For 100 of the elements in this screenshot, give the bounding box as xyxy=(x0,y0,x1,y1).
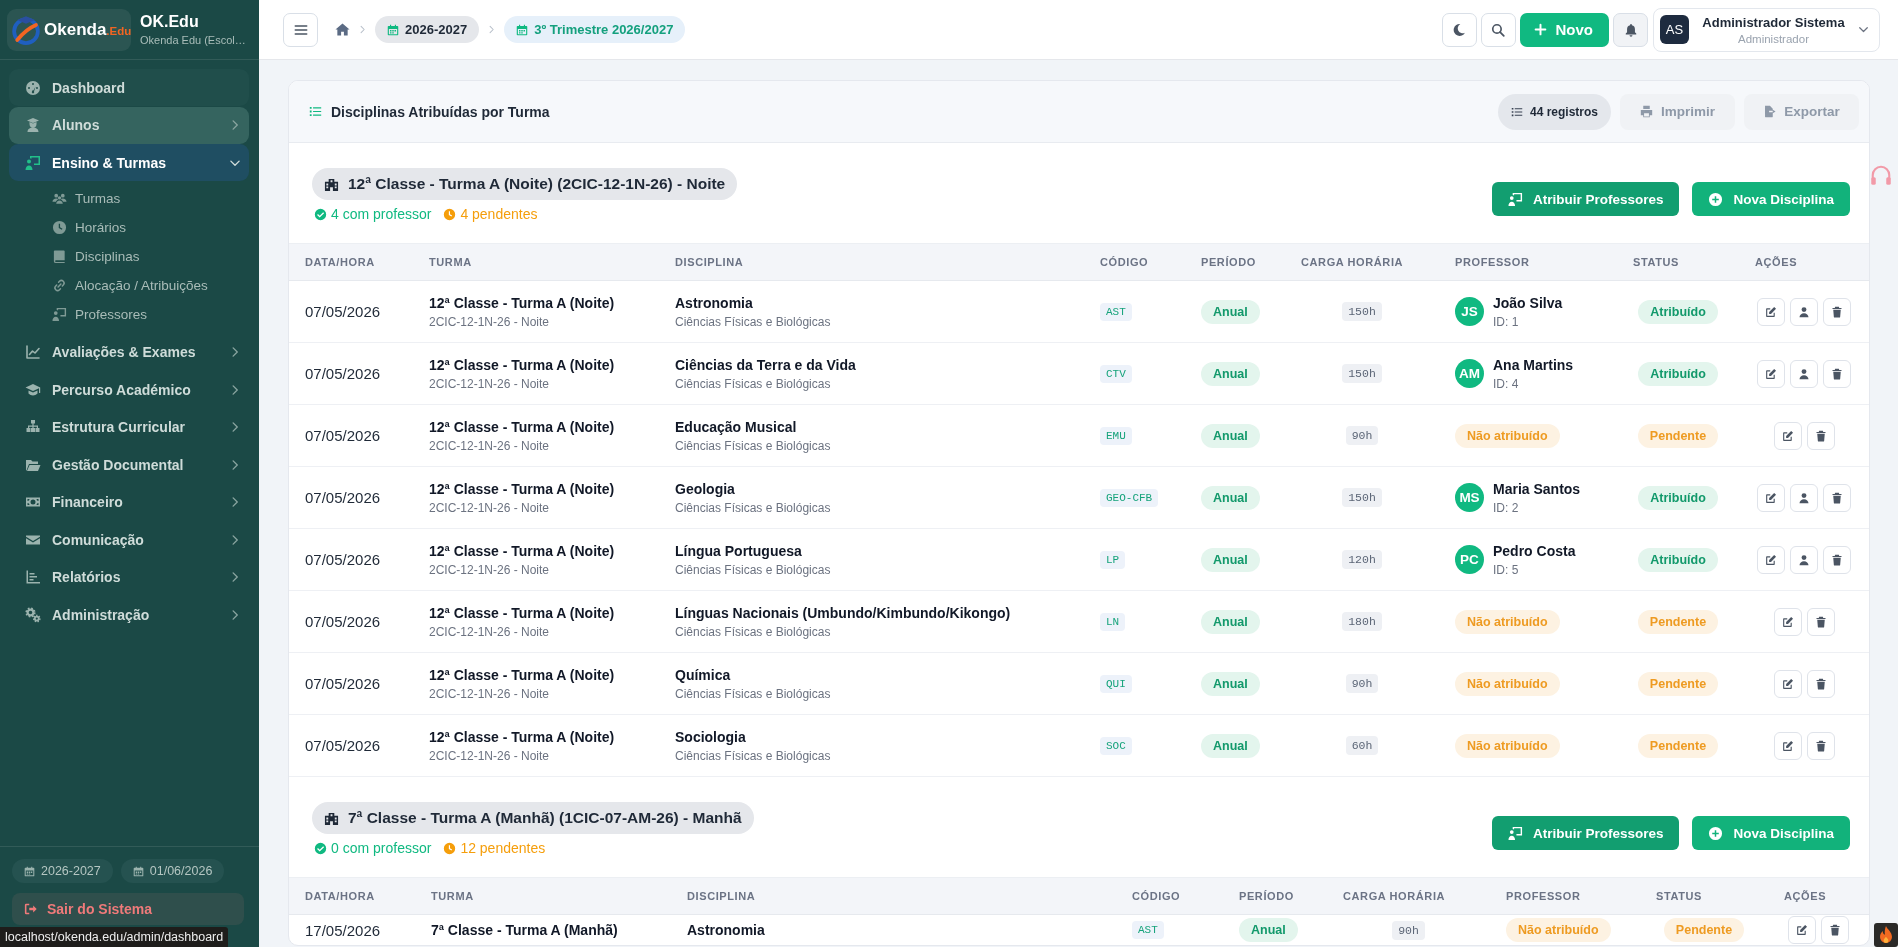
flame-icon[interactable] xyxy=(1874,923,1898,947)
assign-teachers-button[interactable]: Atribuir Professores xyxy=(1491,816,1680,850)
class-code: 2CIC-12-1N-26 - Noite xyxy=(429,438,550,453)
period-tag: Anual xyxy=(1201,299,1260,324)
teacher-name: Ana Martins xyxy=(1493,356,1574,373)
clock-icon xyxy=(443,841,457,855)
status-tag: Atribuído xyxy=(1638,547,1718,572)
submenu-item[interactable]: Turmas xyxy=(9,183,121,213)
edit-button[interactable] xyxy=(1757,359,1785,388)
chalkboard-user-icon xyxy=(52,306,67,322)
graduation-cap-icon xyxy=(25,381,41,398)
new-subject-button[interactable]: Nova Disciplina xyxy=(1692,182,1850,216)
column-header: AÇÕES xyxy=(1784,890,1827,902)
assign-teacher-button[interactable] xyxy=(1790,297,1818,326)
teacher-avatar: PC xyxy=(1455,545,1484,574)
submenu-item[interactable]: Alocação / Atribuições xyxy=(9,270,208,300)
edit-button[interactable] xyxy=(1773,669,1802,698)
teacher-avatar: AM xyxy=(1455,359,1484,388)
subject-code: AST xyxy=(1132,921,1164,939)
user-icon xyxy=(1798,367,1810,380)
search-button[interactable] xyxy=(1480,12,1516,47)
assign-teacher-button[interactable] xyxy=(1790,483,1818,512)
subject-area: Ciências Físicas e Biológicas xyxy=(675,314,831,329)
submenu-item[interactable]: Disciplinas xyxy=(9,241,140,271)
menu-item[interactable]: Avaliações & Exames xyxy=(9,333,249,371)
edit-button[interactable] xyxy=(1788,916,1816,944)
delete-button[interactable] xyxy=(1823,297,1851,326)
edit-button[interactable] xyxy=(1773,607,1802,636)
unassigned-tag: Não atribuído xyxy=(1455,671,1560,696)
subject-area: Ciências Físicas e Biológicas xyxy=(675,376,831,391)
theme-toggle-button[interactable] xyxy=(1441,12,1477,47)
record-count-label: 44 registros xyxy=(1529,104,1598,119)
menu-item[interactable]: Dashboard xyxy=(9,69,249,106)
menu-item[interactable]: Comunicação xyxy=(9,521,249,558)
submenu-item[interactable]: Professores xyxy=(9,299,148,329)
status-tag: Pendente xyxy=(1637,423,1719,448)
home-icon[interactable] xyxy=(335,22,350,37)
trash-icon xyxy=(1814,615,1827,628)
subject-code: EMU xyxy=(1100,426,1132,445)
menu-item[interactable]: Administração xyxy=(9,596,249,633)
edit-icon xyxy=(1781,615,1794,628)
clock-icon xyxy=(443,207,457,221)
user-name: Administrador Sistema xyxy=(1702,14,1845,30)
menu-item[interactable]: Percurso Académico xyxy=(9,371,249,408)
calendar-icon xyxy=(132,865,144,877)
delete-button[interactable] xyxy=(1823,359,1851,388)
assign-teachers-button[interactable]: Atribuir Professores xyxy=(1491,182,1680,216)
user-icon xyxy=(1798,553,1810,566)
delete-button[interactable] xyxy=(1806,607,1835,636)
teacher-name: João Silva xyxy=(1493,294,1563,311)
date-text: 07/05/2026 xyxy=(305,427,381,444)
delete-button[interactable] xyxy=(1823,483,1851,512)
column-header: DISCIPLINA xyxy=(687,890,756,902)
delete-button[interactable] xyxy=(1806,421,1835,450)
gauge-icon xyxy=(25,79,41,96)
delete-button[interactable] xyxy=(1821,916,1849,944)
status-tag: Pendente xyxy=(1637,671,1719,696)
subject-code: LN xyxy=(1100,612,1126,631)
edit-button[interactable] xyxy=(1757,545,1785,574)
logout-button[interactable]: Sair do Sistema xyxy=(12,893,244,925)
calendar-icon xyxy=(516,23,529,36)
calendar-icon xyxy=(24,865,35,877)
menu-item[interactable]: Relatórios xyxy=(9,558,249,596)
breadcrumb-item[interactable]: 3º Trimestre 2026/2027 xyxy=(504,16,686,43)
workload-tag: 90h xyxy=(1392,920,1425,940)
edit-button[interactable] xyxy=(1773,421,1802,450)
menu-button[interactable] xyxy=(283,12,318,47)
column-header: AÇÕES xyxy=(1755,256,1798,268)
menu-item[interactable]: Ensino & Turmas xyxy=(9,144,249,181)
column-header: DATA/HORA xyxy=(305,256,375,268)
new-subject-button[interactable]: Nova Disciplina xyxy=(1692,816,1850,850)
column-header: TURMA xyxy=(431,890,474,902)
edit-button[interactable] xyxy=(1773,731,1802,760)
notifications-button[interactable] xyxy=(1613,12,1648,47)
unassigned-tag: Não atribuído xyxy=(1455,733,1560,758)
assign-teacher-button[interactable] xyxy=(1790,359,1818,388)
class-title: 7ª Classe - Turma A (Manhã) (1CIC-07-AM-26) - Manhã xyxy=(348,809,742,827)
subject-name: Línguas Nacionais (Umbundo/Kimbundo/Kikongo) xyxy=(675,604,1011,621)
subject-name: Educação Musical xyxy=(675,418,797,435)
user-menu-button[interactable]: AS Administrador Sistema Administrador xyxy=(1653,7,1880,52)
assign-teacher-button[interactable] xyxy=(1790,545,1818,574)
bell-icon xyxy=(1623,22,1638,37)
edit-button[interactable] xyxy=(1757,297,1785,326)
menu-item[interactable]: Gestão Documental xyxy=(9,446,249,483)
menu-item[interactable]: Estrutura Curricular xyxy=(9,408,249,446)
delete-button[interactable] xyxy=(1806,669,1835,698)
card-title: Disciplinas Atribuídas por Turma xyxy=(331,103,550,120)
menu-item[interactable]: Alunos xyxy=(9,106,249,144)
edit-button[interactable] xyxy=(1757,483,1785,512)
period-tag: Anual xyxy=(1201,361,1260,386)
subject-code: AST xyxy=(1100,302,1132,321)
column-header: PROFESSOR xyxy=(1506,890,1581,902)
delete-button[interactable] xyxy=(1823,545,1851,574)
delete-button[interactable] xyxy=(1806,731,1835,760)
breadcrumb-item[interactable]: 2026-2027 xyxy=(375,16,480,43)
subject-name: Sociologia xyxy=(675,728,746,745)
menu-icon xyxy=(293,22,308,37)
menu-item[interactable]: Financeiro xyxy=(9,483,249,521)
submenu-item[interactable]: Horários xyxy=(9,212,126,242)
status-tag: Atribuído xyxy=(1638,299,1718,324)
